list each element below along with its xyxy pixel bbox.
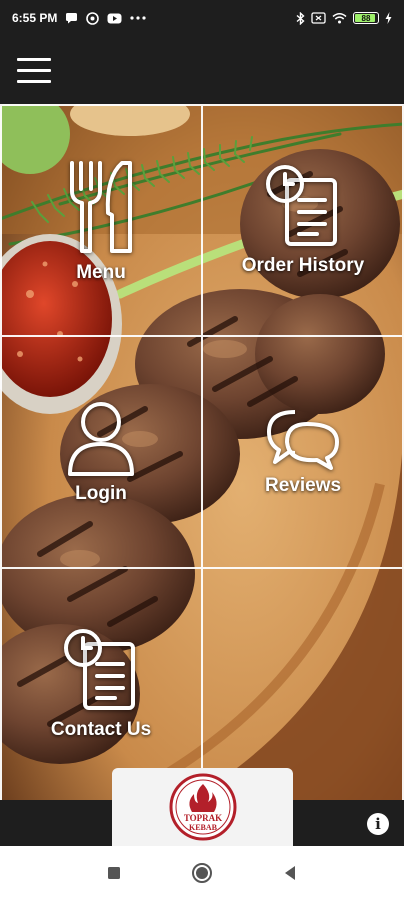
status-time: 6:55 PM bbox=[12, 11, 58, 25]
clock-document-icon bbox=[265, 164, 341, 255]
logo-line1: TOPRAK bbox=[183, 813, 221, 823]
tile-reviews[interactable]: Reviews bbox=[202, 336, 404, 568]
charging-icon bbox=[385, 12, 392, 24]
hamburger-icon[interactable] bbox=[17, 58, 51, 84]
toprak-kebab-logo: TOPRAK KEBAB bbox=[169, 773, 236, 841]
sim-icon bbox=[311, 12, 326, 24]
tile-menu[interactable]: Menu bbox=[0, 104, 202, 336]
back-button[interactable] bbox=[283, 865, 297, 881]
home-button[interactable] bbox=[191, 862, 213, 884]
info-button[interactable]: i bbox=[367, 813, 389, 835]
recents-button[interactable] bbox=[107, 866, 121, 880]
logo-card: TOPRAK KEBAB bbox=[112, 768, 293, 846]
youtube-icon bbox=[107, 13, 122, 24]
info-icon: i bbox=[375, 815, 381, 833]
system-nav-bar bbox=[0, 846, 404, 900]
more-dots-icon bbox=[130, 16, 146, 20]
app-bar bbox=[0, 36, 404, 104]
tile-login-label: Login bbox=[75, 482, 127, 504]
tile-reviews-label: Reviews bbox=[264, 474, 342, 496]
tile-login[interactable]: Login bbox=[0, 336, 202, 568]
chat-icon bbox=[65, 12, 78, 24]
fork-knife-icon bbox=[66, 157, 136, 262]
tile-contact-us[interactable]: Contact Us bbox=[0, 568, 202, 800]
bluetooth-icon bbox=[296, 11, 305, 25]
logo-line2: KEBAB bbox=[188, 823, 217, 832]
user-icon bbox=[66, 400, 136, 483]
wifi-icon bbox=[332, 12, 347, 24]
tile-menu-label: Menu bbox=[76, 261, 126, 283]
battery-level: 88 bbox=[361, 13, 371, 23]
hero-grid: Menu Order History Login Reviews Contact… bbox=[0, 104, 404, 800]
settings-badge-icon bbox=[86, 11, 100, 25]
battery-icon: 88 bbox=[353, 12, 379, 24]
chat-bubbles-icon bbox=[265, 408, 341, 475]
tile-order-history-label: Order History bbox=[241, 254, 365, 276]
status-bar: 6:55 PM 88 bbox=[0, 0, 404, 36]
clock-document-icon bbox=[63, 628, 139, 719]
tile-order-history[interactable]: Order History bbox=[202, 104, 404, 336]
tile-contact-us-label: Contact Us bbox=[50, 718, 152, 740]
